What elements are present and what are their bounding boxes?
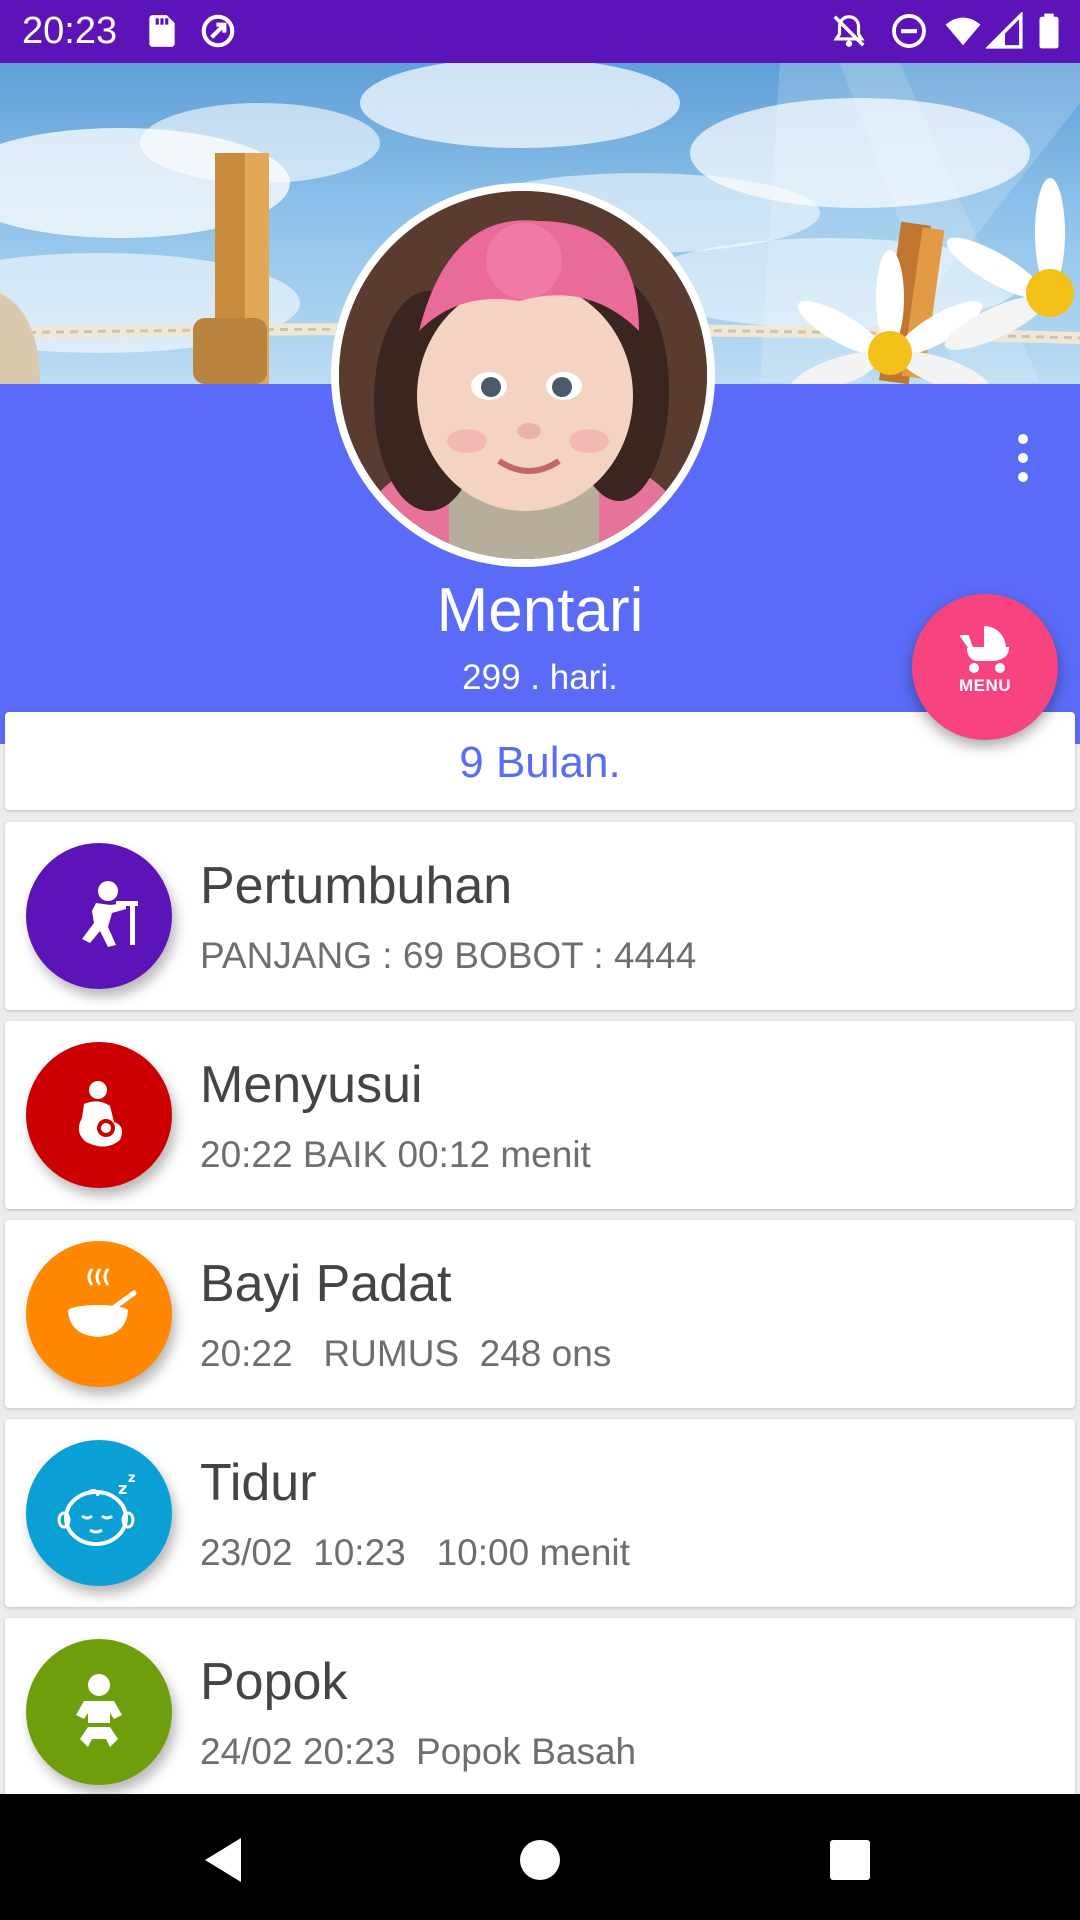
breastfeeding-icon	[26, 1042, 172, 1188]
activity-card-growth[interactable]: Pertumbuhan PANJANG : 69 BOBOT : 4444	[5, 822, 1075, 1010]
svg-text:z: z	[128, 1471, 136, 1486]
status-time: 20:23	[22, 10, 118, 52]
activity-card-solid-food[interactable]: Bayi Padat 20:22 RUMUS 248 ons	[5, 1220, 1075, 1408]
activity-title: Pertumbuhan	[200, 857, 513, 915]
diaper-baby-icon	[26, 1639, 172, 1785]
stroller-icon	[960, 626, 1010, 673]
do-not-disturb-icon	[892, 14, 926, 48]
battery-icon	[1039, 13, 1059, 49]
growth-child-icon	[26, 843, 172, 989]
activity-detail: PANJANG : 69 BOBOT : 4444	[200, 935, 697, 976]
baby-age-months: 9 Bulan.	[459, 738, 621, 787]
activity-detail: 20:22 RUMUS 248 ons	[200, 1333, 612, 1374]
activity-card-breastfeeding[interactable]: Menyusui 20:22 BAIK 00:12 menit	[5, 1021, 1075, 1209]
menu-fab-label: MENU	[958, 676, 1012, 695]
age-months-card: 9 Bulan.	[5, 712, 1075, 810]
activity-title: Bayi Padat	[200, 1255, 452, 1313]
menu-fab-button[interactable]: MENU	[912, 594, 1058, 740]
baby-avatar[interactable]	[331, 183, 715, 567]
bell-off-icon	[833, 15, 865, 47]
activity-title: Menyusui	[200, 1056, 423, 1114]
activity-detail: 20:22 BAIK 00:12 menit	[200, 1134, 591, 1175]
baby-photo	[339, 191, 707, 559]
sd-card-icon	[149, 15, 175, 47]
sleeping-baby-icon: z z	[26, 1440, 172, 1586]
activity-title: Popok	[200, 1653, 348, 1711]
back-icon[interactable]	[195, 1830, 255, 1890]
navigation-bar	[0, 1794, 1080, 1920]
activity-card-diaper[interactable]: Popok 24/02 20:23 Popok Basah	[5, 1618, 1075, 1806]
status-bar: 20:23	[0, 0, 1080, 63]
recents-icon[interactable]	[820, 1830, 880, 1890]
food-bowl-icon	[26, 1241, 172, 1387]
activity-title: Tidur	[200, 1454, 317, 1512]
activity-detail: 24/02 20:23 Popok Basah	[200, 1731, 637, 1772]
activity-card-sleep[interactable]: z z Tidur 23/02 10:23 10:00 menit	[5, 1419, 1075, 1607]
circle-arrow-icon	[201, 14, 235, 48]
signal-icon	[986, 12, 1023, 49]
svg-text:z: z	[118, 1479, 127, 1498]
overflow-menu-icon[interactable]	[1005, 430, 1041, 486]
app-screen: 20:23 Mentari 299 . hari. MENU 9 Bulan. …	[0, 0, 1080, 1920]
activity-detail: 23/02 10:23 10:00 menit	[200, 1532, 630, 1573]
home-icon[interactable]	[510, 1830, 570, 1890]
wifi-icon	[945, 17, 981, 46]
